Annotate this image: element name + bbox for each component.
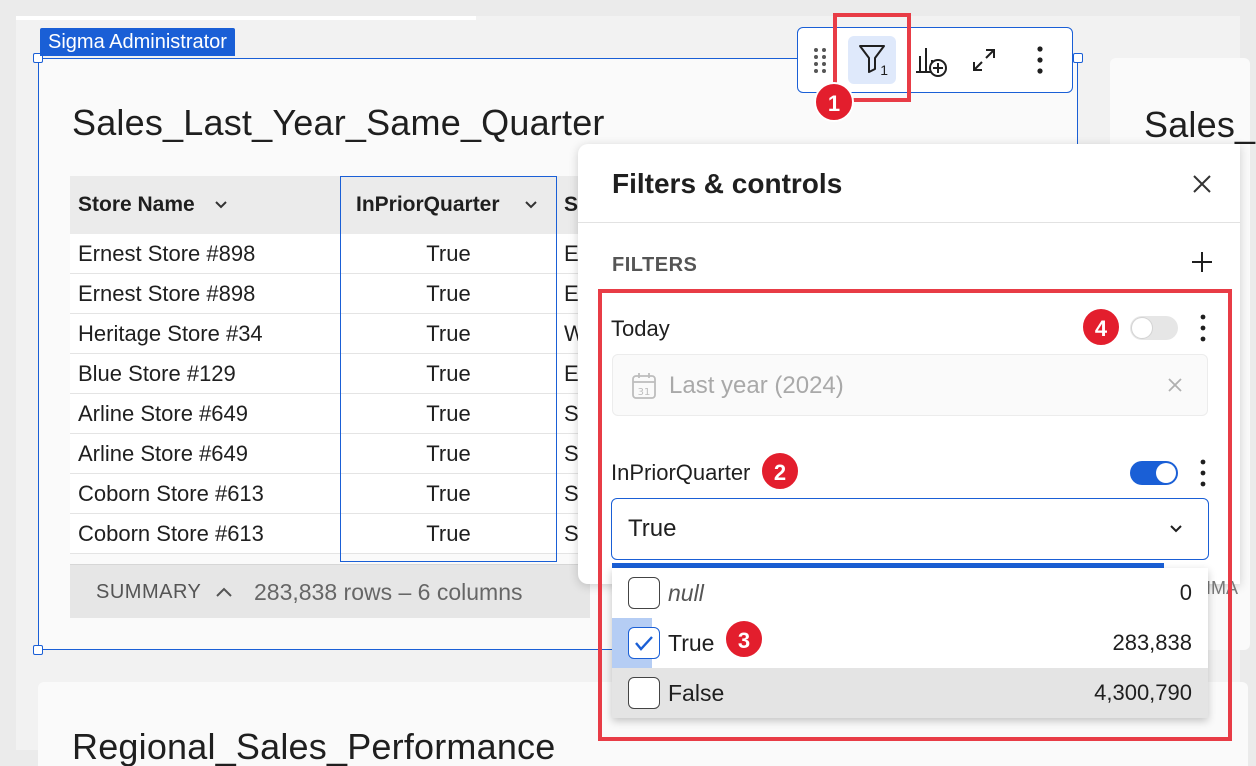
cell-in-prior-quarter: True [426, 481, 471, 506]
more-vertical-icon[interactable] [1198, 458, 1208, 488]
filter-button[interactable]: 1 [848, 36, 896, 84]
table-row[interactable]: Arline Store #649 True S [70, 394, 590, 434]
cell-in-prior-quarter: True [426, 281, 471, 306]
column-header-store-name[interactable]: Store Name [70, 176, 340, 234]
annotation-badge-1: 1 [814, 82, 854, 122]
checkbox-checked[interactable] [628, 627, 660, 659]
cell-store-name: Arline Store #649 [78, 441, 248, 466]
option-label: False [668, 680, 725, 706]
filter-count: 1 [880, 62, 888, 78]
clear-icon[interactable] [1167, 355, 1183, 441]
cell-in-prior-quarter: True [426, 241, 471, 266]
cell-store-name: Ernest Store #898 [78, 241, 256, 266]
drag-handle-icon[interactable] [800, 36, 840, 84]
row-count: 283,838 rows – 6 columns [254, 579, 523, 605]
peek-text: IMA [1206, 578, 1239, 598]
panel-title: Filters & controls [612, 168, 843, 199]
table-row[interactable]: Blue Store #129 True E [70, 354, 590, 394]
date-input-today[interactable]: 31 Last year (2024) [612, 354, 1208, 416]
table-row[interactable]: Ernest Store #898 True E [70, 274, 590, 314]
toggle-in-prior-quarter[interactable] [1130, 461, 1178, 485]
table-row[interactable]: Ernest Store #898 True E [70, 234, 590, 274]
annotation-badge-4: 4 [1081, 307, 1121, 347]
filters-section-label: FILTERS [612, 254, 698, 276]
close-icon[interactable] [1188, 170, 1216, 198]
svg-text:31: 31 [638, 387, 651, 398]
cell-store-name: Blue Store #129 [78, 361, 236, 386]
top-line [16, 16, 476, 20]
options-dropdown: null 0 True 283,838 False 4,300,790 [612, 568, 1208, 718]
toggle-today[interactable] [1130, 316, 1178, 340]
annotation-badge-2: 2 [760, 451, 800, 491]
annotation-badge-3: 3 [724, 619, 764, 659]
in-prior-quarter-select[interactable]: True [611, 498, 1209, 560]
chevron-down-icon [1168, 519, 1184, 544]
main-card-title: Sales_Last_Year_Same_Quarter [72, 102, 605, 143]
table-row[interactable]: Coborn Store #613 True S [70, 474, 590, 514]
cell-store-name: Heritage Store #34 [78, 321, 263, 346]
chevron-up-icon[interactable] [214, 565, 234, 640]
cell-store-name: Coborn Store #613 [78, 521, 264, 546]
admin-tag: Sigma Administrator [40, 28, 235, 56]
date-value: Last year (2024) [669, 372, 844, 399]
table-header: Store Name InPriorQuarter S [70, 176, 590, 234]
option-false[interactable]: False 4,300,790 [612, 668, 1208, 718]
checkbox[interactable] [628, 577, 660, 609]
cell-store-name: Coborn Store #613 [78, 481, 264, 506]
filter-label-today: Today [611, 316, 670, 341]
cell-store-name: Arline Store #649 [78, 401, 248, 426]
calendar-icon: 31 [631, 372, 657, 405]
filter-label-in-prior-quarter: InPriorQuarter [611, 460, 751, 485]
add-chart-icon[interactable] [906, 36, 954, 84]
option-count: 0 [1179, 580, 1192, 605]
cell-in-prior-quarter: True [426, 321, 471, 346]
option-true[interactable]: True 283,838 [612, 618, 1208, 668]
option-count: 4,300,790 [1094, 680, 1192, 705]
table-row[interactable]: Coborn Store #613 True S [70, 514, 590, 554]
column-header-in-prior-quarter[interactable]: InPriorQuarter [348, 176, 548, 234]
table-summary-bar[interactable]: SUMMARY 283,838 rows – 6 columns [70, 564, 590, 618]
checkbox[interactable] [628, 677, 660, 709]
add-filter-icon[interactable] [1190, 250, 1214, 280]
more-vertical-icon[interactable] [1016, 36, 1064, 84]
cell-store-name: Ernest Store #898 [78, 281, 256, 306]
expand-icon[interactable] [960, 36, 1008, 84]
cell-in-prior-quarter: True [426, 361, 471, 386]
select-value: True [628, 515, 677, 542]
cell-in-prior-quarter: True [426, 521, 471, 546]
cell-in-prior-quarter: True [426, 401, 471, 426]
panel-divider [578, 222, 1240, 223]
option-count: 283,838 [1112, 630, 1192, 655]
table-row[interactable]: Arline Store #649 True S [70, 434, 590, 474]
option-label: True [668, 630, 715, 656]
table-row[interactable]: Heritage Store #34 True W [70, 314, 590, 354]
more-vertical-icon[interactable] [1198, 313, 1208, 343]
cell-in-prior-quarter: True [426, 441, 471, 466]
bottom-card-title: Regional_Sales_Performance [72, 726, 556, 766]
summary-label: SUMMARY [96, 581, 202, 603]
right-card-title: Sales_ [1144, 104, 1256, 145]
resize-handle[interactable] [33, 645, 43, 655]
option-label: null [668, 580, 704, 606]
resize-handle[interactable] [1073, 53, 1083, 63]
option-null[interactable]: null 0 [612, 568, 1208, 618]
